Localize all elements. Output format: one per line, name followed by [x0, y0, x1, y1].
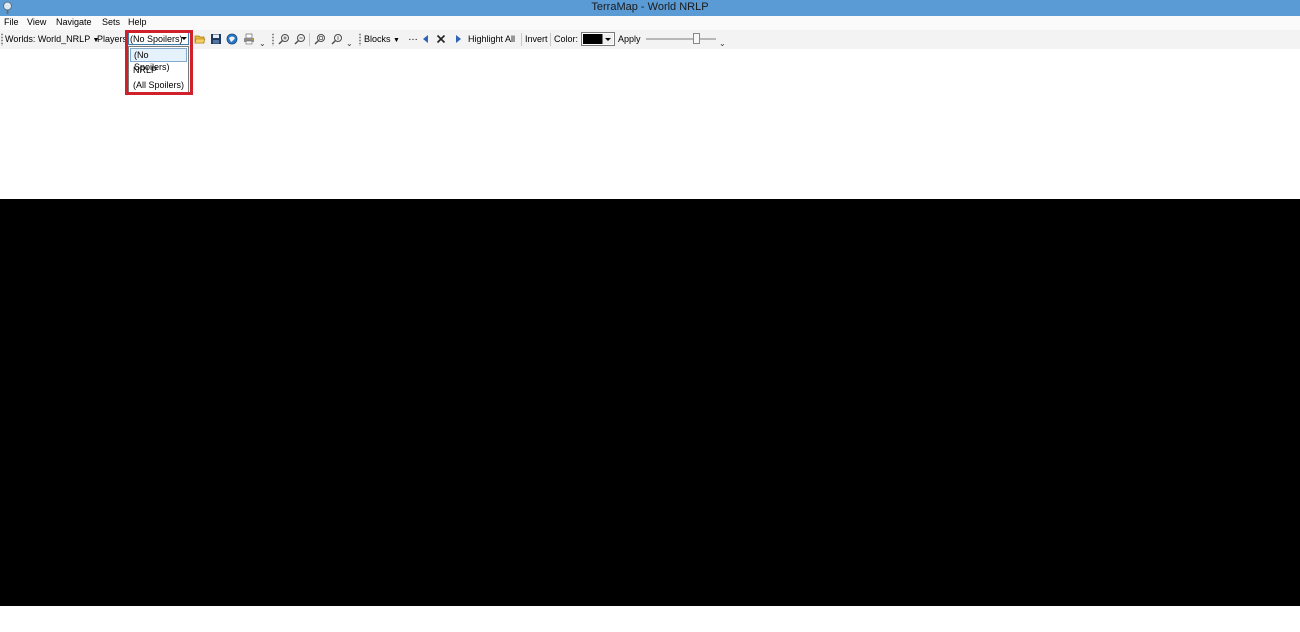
menu-sets[interactable]: Sets — [102, 17, 120, 27]
globe-icon[interactable] — [226, 33, 238, 45]
chevron-down-icon: ▼ — [393, 37, 400, 44]
print-icon[interactable] — [243, 33, 255, 45]
color-swatch — [583, 34, 603, 44]
previous-arrow-icon[interactable] — [420, 33, 432, 45]
close-icon[interactable] — [435, 33, 447, 45]
toolbar-grip[interactable] — [272, 33, 274, 46]
title-bar: TerraMap - World NRLP — [0, 0, 1300, 16]
toolbar-separator — [550, 33, 551, 46]
menu-navigate[interactable]: Navigate — [56, 17, 92, 27]
toolbar-grip[interactable] — [359, 33, 361, 46]
menu-bar: File View Navigate Sets Help — [0, 16, 1300, 30]
color-picker[interactable] — [581, 32, 615, 46]
toolbar-separator — [309, 33, 310, 46]
slider-thumb[interactable] — [693, 33, 700, 44]
worlds-label: Worlds: World_NRLP — [5, 34, 91, 44]
overflow-icon[interactable]: ⌄ — [346, 39, 353, 48]
players-label: Players — [97, 34, 128, 44]
overflow-icon[interactable]: ⌄ — [719, 39, 726, 48]
open-folder-icon[interactable] — [194, 33, 206, 45]
overflow-icon[interactable]: ⌄ — [259, 39, 266, 48]
ellipsis-icon[interactable]: … — [408, 32, 418, 43]
toolbar-grip[interactable] — [1, 33, 3, 46]
highlight-annotation-box — [125, 30, 193, 95]
save-icon[interactable] — [210, 33, 222, 45]
toolbar-separator — [521, 33, 522, 46]
zoom-in-icon[interactable] — [278, 33, 290, 45]
window-title: TerraMap - World NRLP — [591, 1, 709, 13]
zoom-actual-icon[interactable] — [331, 33, 343, 45]
apply-button[interactable]: Apply — [618, 34, 641, 44]
brightness-slider-track[interactable] — [646, 38, 716, 40]
next-arrow-icon[interactable] — [452, 33, 464, 45]
menu-help[interactable]: Help — [128, 17, 147, 27]
chevron-down-icon[interactable] — [602, 34, 613, 44]
worlds-dropdown[interactable]: Worlds: World_NRLP ▼ — [5, 34, 99, 44]
blocks-label: Blocks — [364, 34, 391, 44]
blocks-dropdown[interactable]: Blocks ▼ — [364, 34, 400, 44]
menu-view[interactable]: View — [27, 17, 46, 27]
invert-button[interactable]: Invert — [525, 34, 548, 44]
menu-file[interactable]: File — [4, 17, 19, 27]
map-canvas[interactable] — [0, 199, 1300, 606]
zoom-out-icon[interactable] — [294, 33, 306, 45]
zoom-fit-icon[interactable] — [314, 33, 326, 45]
highlight-all-button[interactable]: Highlight All — [468, 34, 515, 44]
color-label: Color: — [554, 34, 579, 44]
